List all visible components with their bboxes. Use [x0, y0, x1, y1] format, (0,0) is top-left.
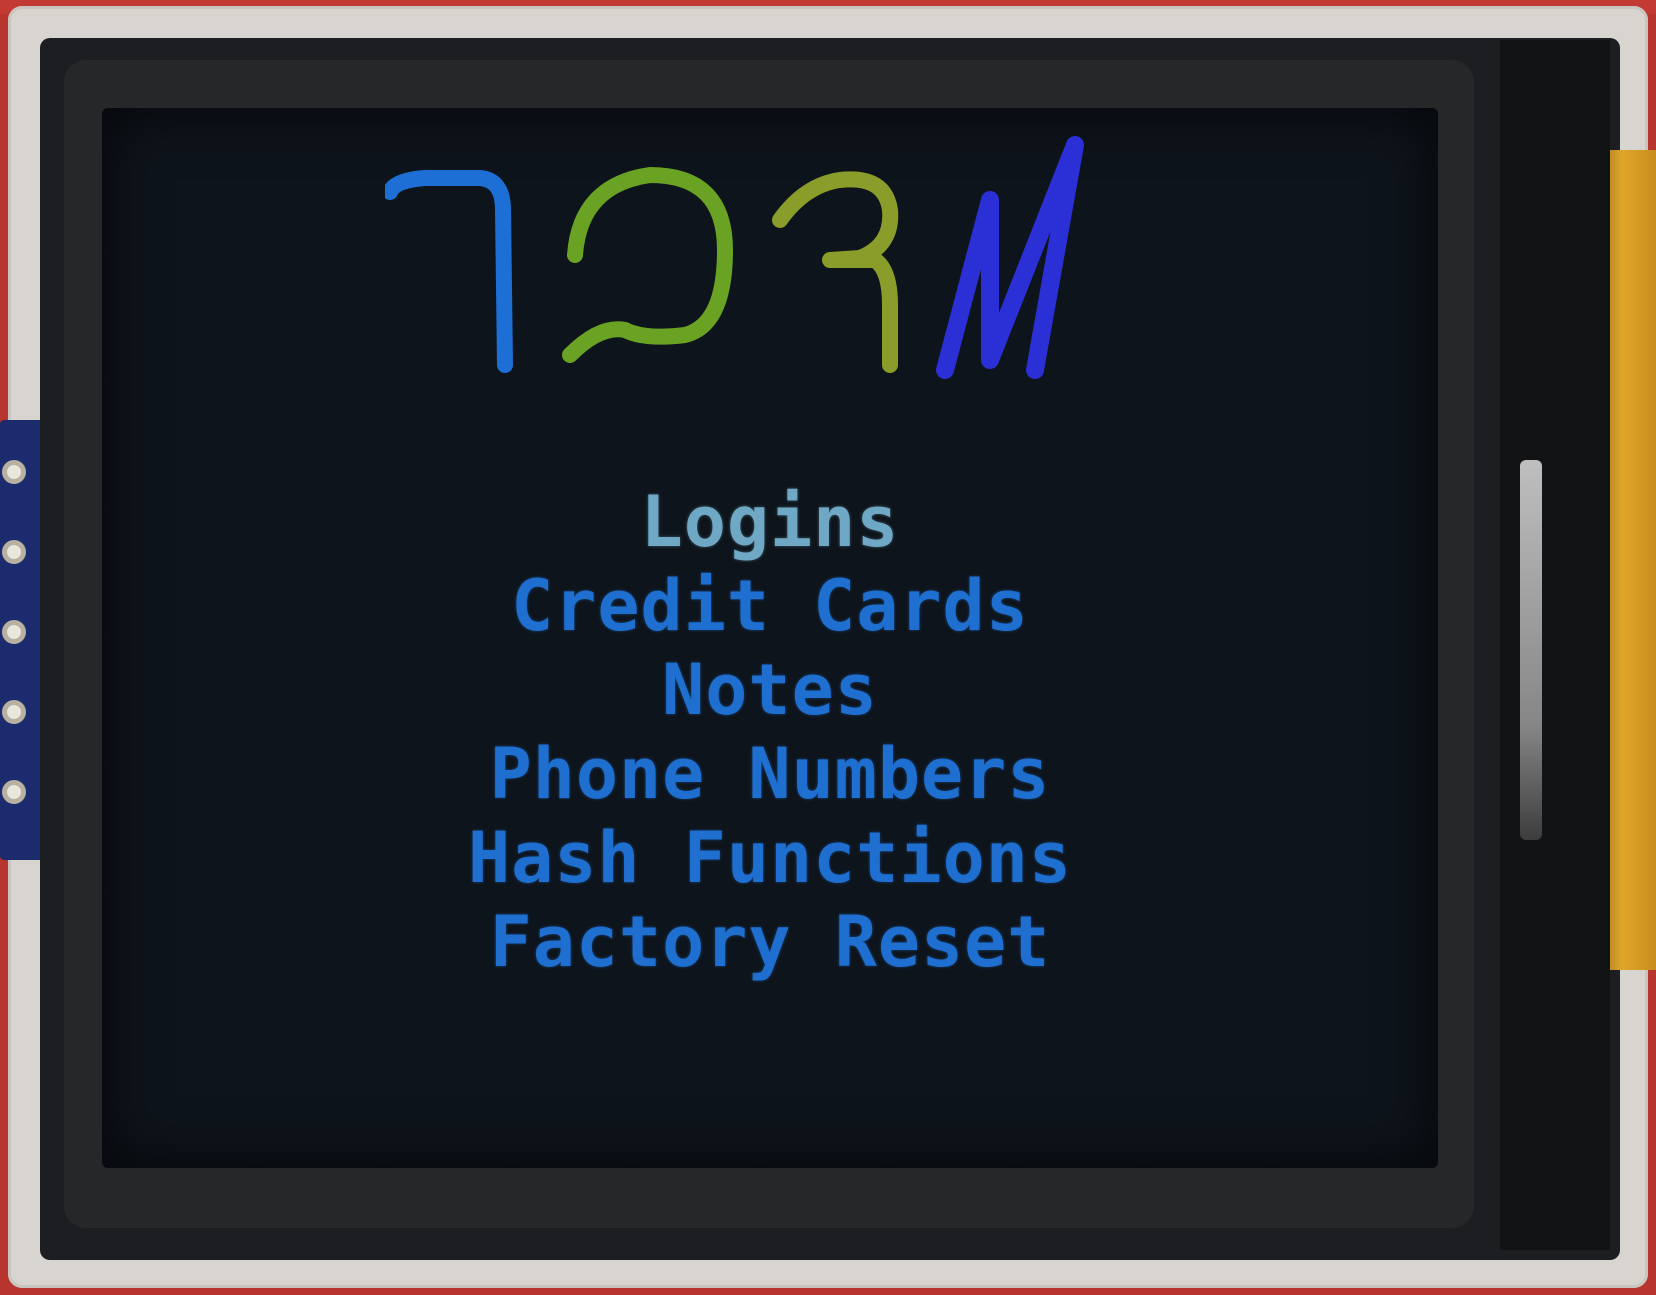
menu-item-logins[interactable]: Logins: [102, 480, 1438, 564]
main-menu: Logins Credit Cards Notes Phone Numbers …: [102, 480, 1438, 984]
logo-svg: [382, 136, 1084, 379]
bezel-side: [1500, 40, 1610, 1250]
header-pin: [2, 700, 26, 724]
logo-glyph-7: [382, 170, 513, 373]
header-pin: [2, 780, 26, 804]
menu-item-label: Notes: [662, 649, 878, 731]
logo-glyph-omega: [562, 167, 733, 363]
menu-item-label: Factory Reset: [489, 901, 1051, 983]
app-logo: [382, 130, 1145, 410]
menu-item-label: Credit Cards: [511, 565, 1029, 647]
logo-glyph-n: [936, 136, 1084, 379]
header-pin: [2, 460, 26, 484]
header-pin: [2, 620, 26, 644]
logo-glyph-3: [772, 171, 899, 373]
menu-item-label: Logins: [640, 481, 900, 563]
menu-item-hash-functions[interactable]: Hash Functions: [102, 816, 1438, 900]
menu-item-notes[interactable]: Notes: [102, 648, 1438, 732]
menu-item-label: Phone Numbers: [489, 733, 1051, 815]
menu-item-phone-numbers[interactable]: Phone Numbers: [102, 732, 1438, 816]
menu-item-credit-cards[interactable]: Credit Cards: [102, 564, 1438, 648]
menu-item-factory-reset[interactable]: Factory Reset: [102, 900, 1438, 984]
header-pin: [2, 540, 26, 564]
header-pin-strip: [0, 420, 44, 860]
glare: [1520, 460, 1542, 840]
menu-item-label: Hash Functions: [467, 817, 1072, 899]
